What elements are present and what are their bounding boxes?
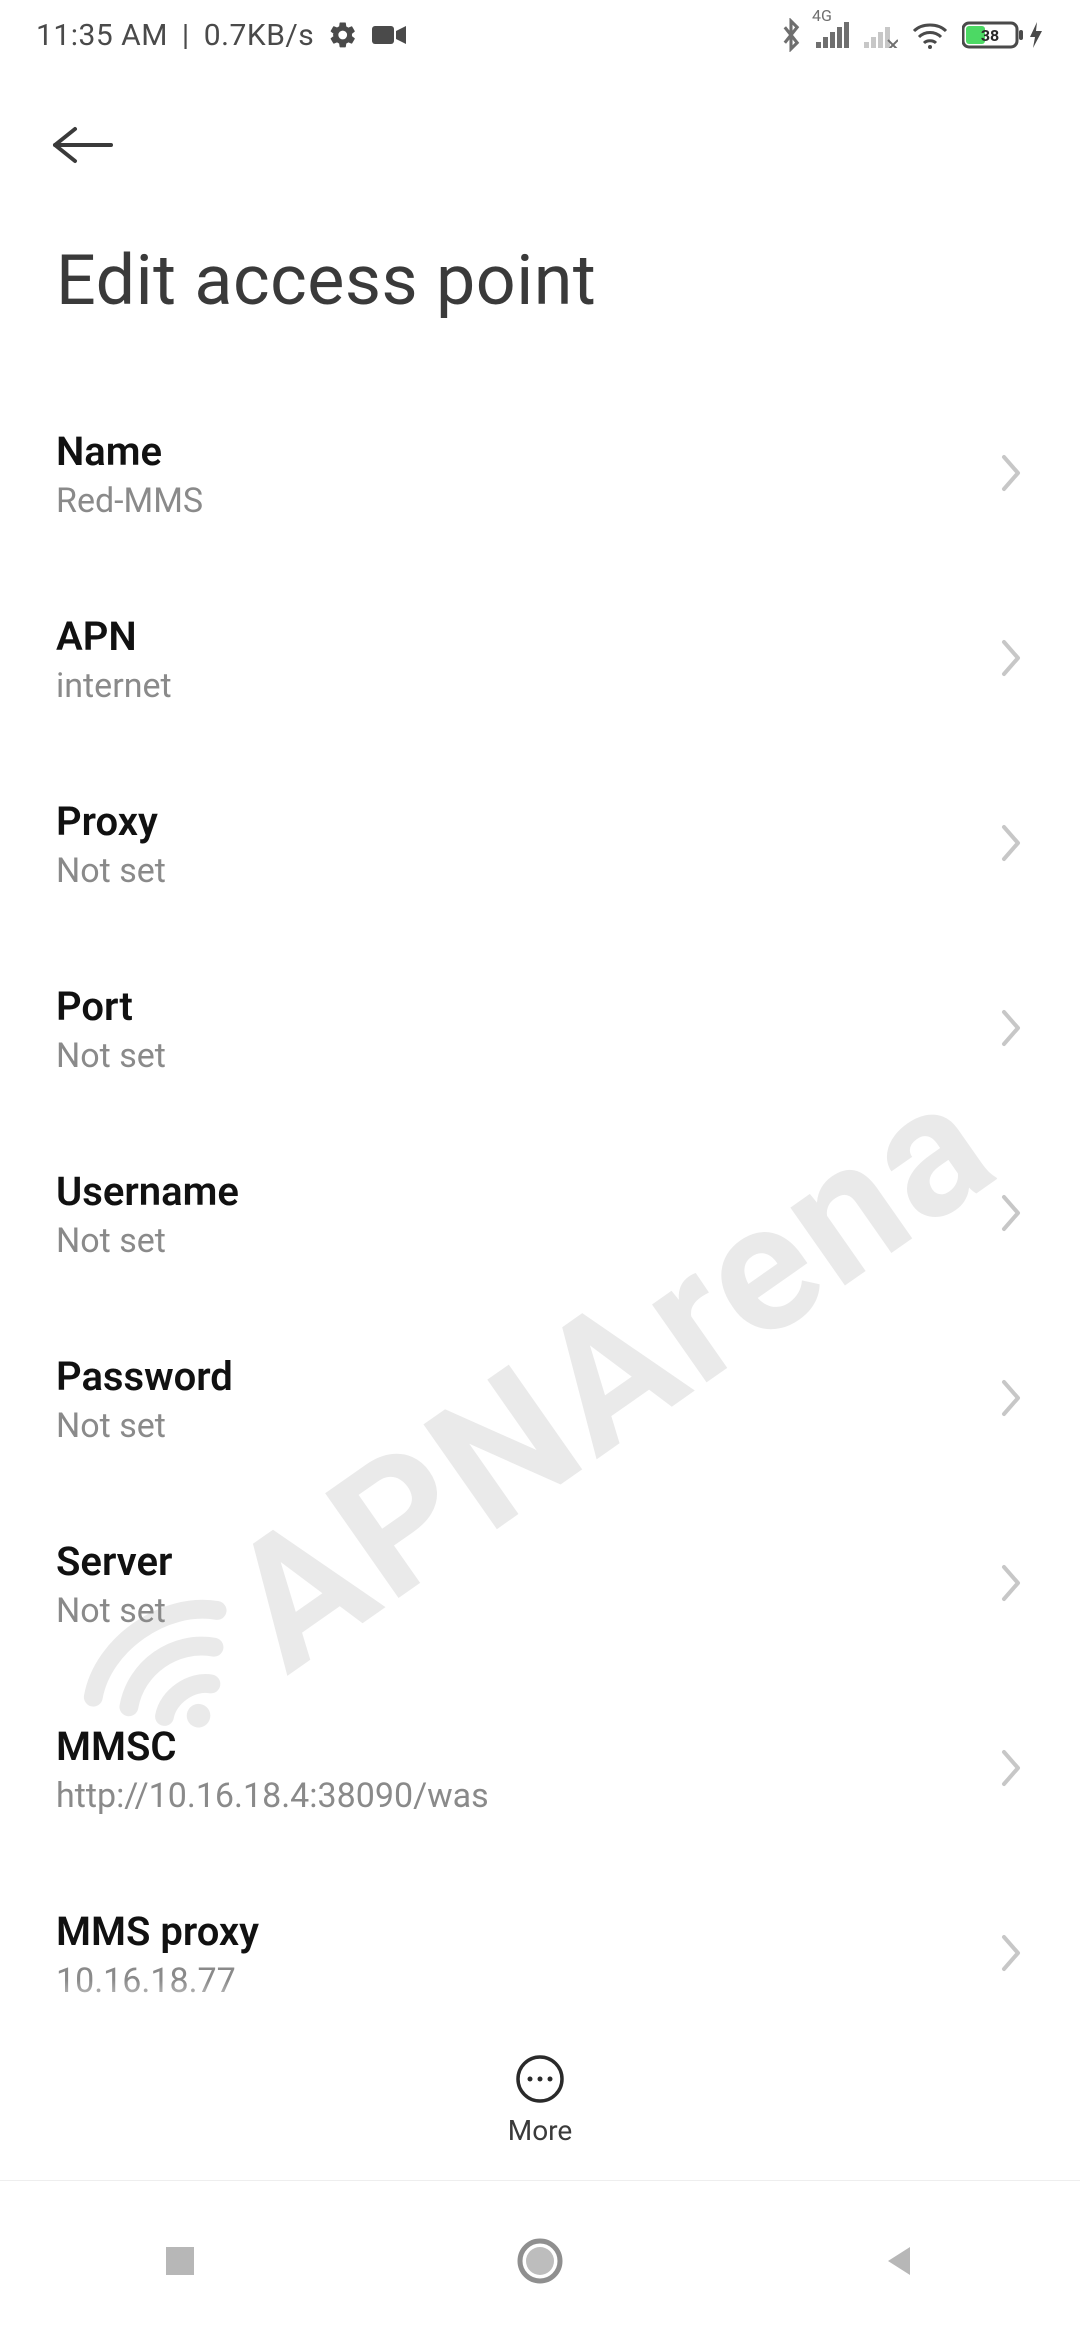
row-labels: APN internet [56,613,172,706]
row-labels: Port Not set [56,983,166,1076]
row-label: Proxy [56,798,166,845]
status-bar: 11:35 AM | 0.7KB/s 4G [0,0,1080,70]
status-sep: | [182,18,190,53]
settings-list: Name Red-MMS APN internet Proxy Not set Port No… [0,382,1080,2047]
navigation-bar [0,2180,1080,2340]
row-labels: Username Not set [56,1168,239,1261]
row-password[interactable]: Password Not set [56,1307,1024,1492]
row-apn[interactable]: APN internet [56,567,1024,752]
row-value: internet [56,666,172,706]
chevron-right-icon [998,1191,1024,1239]
chevron-right-icon [998,1746,1024,1794]
gear-icon [328,20,358,50]
chevron-right-icon [998,1931,1024,1979]
row-value: Not set [56,1591,172,1631]
triangle-left-icon [880,2241,920,2281]
row-label: MMS proxy [56,1908,259,1955]
battery-pct: 38 [981,26,999,45]
more-button[interactable]: More [508,2054,573,2147]
row-value: Not set [56,851,166,891]
row-value: Not set [56,1036,166,1076]
row-value: http://10.16.18.4:38090/was [56,1776,489,1816]
row-labels: Name Red-MMS [56,428,203,521]
nav-recent-button[interactable] [140,2221,220,2301]
row-proxy[interactable]: Proxy Not set [56,752,1024,937]
row-label: Password [56,1353,233,1400]
more-icon [515,2054,565,2104]
row-label: APN [56,613,172,660]
page-title: Edit access point [0,200,1080,382]
more-label: More [508,2114,573,2147]
signal-4g-icon: 4G [816,22,850,48]
row-label: Name [56,428,203,475]
circle-icon [516,2237,564,2285]
bluetooth-icon [780,18,802,52]
chevron-right-icon [998,1376,1024,1424]
status-left: 11:35 AM | 0.7KB/s [36,18,406,53]
bottom-toolbar: More [0,2020,1080,2180]
status-right: 4G 38 [780,18,1044,52]
signal-2-icon [864,22,898,48]
nav-back-button[interactable] [860,2221,940,2301]
chevron-right-icon [998,636,1024,684]
chevron-right-icon [998,451,1024,499]
header [0,70,1080,200]
row-port[interactable]: Port Not set [56,937,1024,1122]
row-value: 10.16.18.77 [56,1961,259,2001]
battery-indicator: 38 [962,20,1044,50]
row-label: Port [56,983,166,1030]
signal-label: 4G [812,6,832,25]
row-username[interactable]: Username Not set [56,1122,1024,1307]
chevron-right-icon [998,1561,1024,1609]
arrow-left-icon [51,125,115,165]
row-label: MMSC [56,1723,489,1770]
row-value: Red-MMS [56,481,203,521]
row-labels: MMSC http://10.16.18.4:38090/was [56,1723,489,1816]
row-name[interactable]: Name Red-MMS [56,382,1024,567]
row-labels: MMS proxy 10.16.18.77 [56,1908,259,2001]
row-label: Server [56,1538,172,1585]
videocam-icon [372,23,406,47]
row-labels: Password Not set [56,1353,233,1446]
row-label: Username [56,1168,239,1215]
status-net-speed: 0.7KB/s [204,18,315,53]
chevron-right-icon [998,821,1024,869]
charging-icon [1028,20,1044,50]
row-server[interactable]: Server Not set [56,1492,1024,1677]
row-value: Not set [56,1221,239,1261]
row-labels: Server Not set [56,1538,172,1631]
nav-home-button[interactable] [500,2221,580,2301]
wifi-icon [912,21,948,49]
row-labels: Proxy Not set [56,798,166,891]
square-icon [160,2241,200,2281]
status-time: 11:35 AM [36,18,168,53]
row-mmsc[interactable]: MMSC http://10.16.18.4:38090/was [56,1677,1024,1862]
chevron-right-icon [998,1006,1024,1054]
row-value: Not set [56,1406,233,1446]
back-button[interactable] [48,110,118,180]
